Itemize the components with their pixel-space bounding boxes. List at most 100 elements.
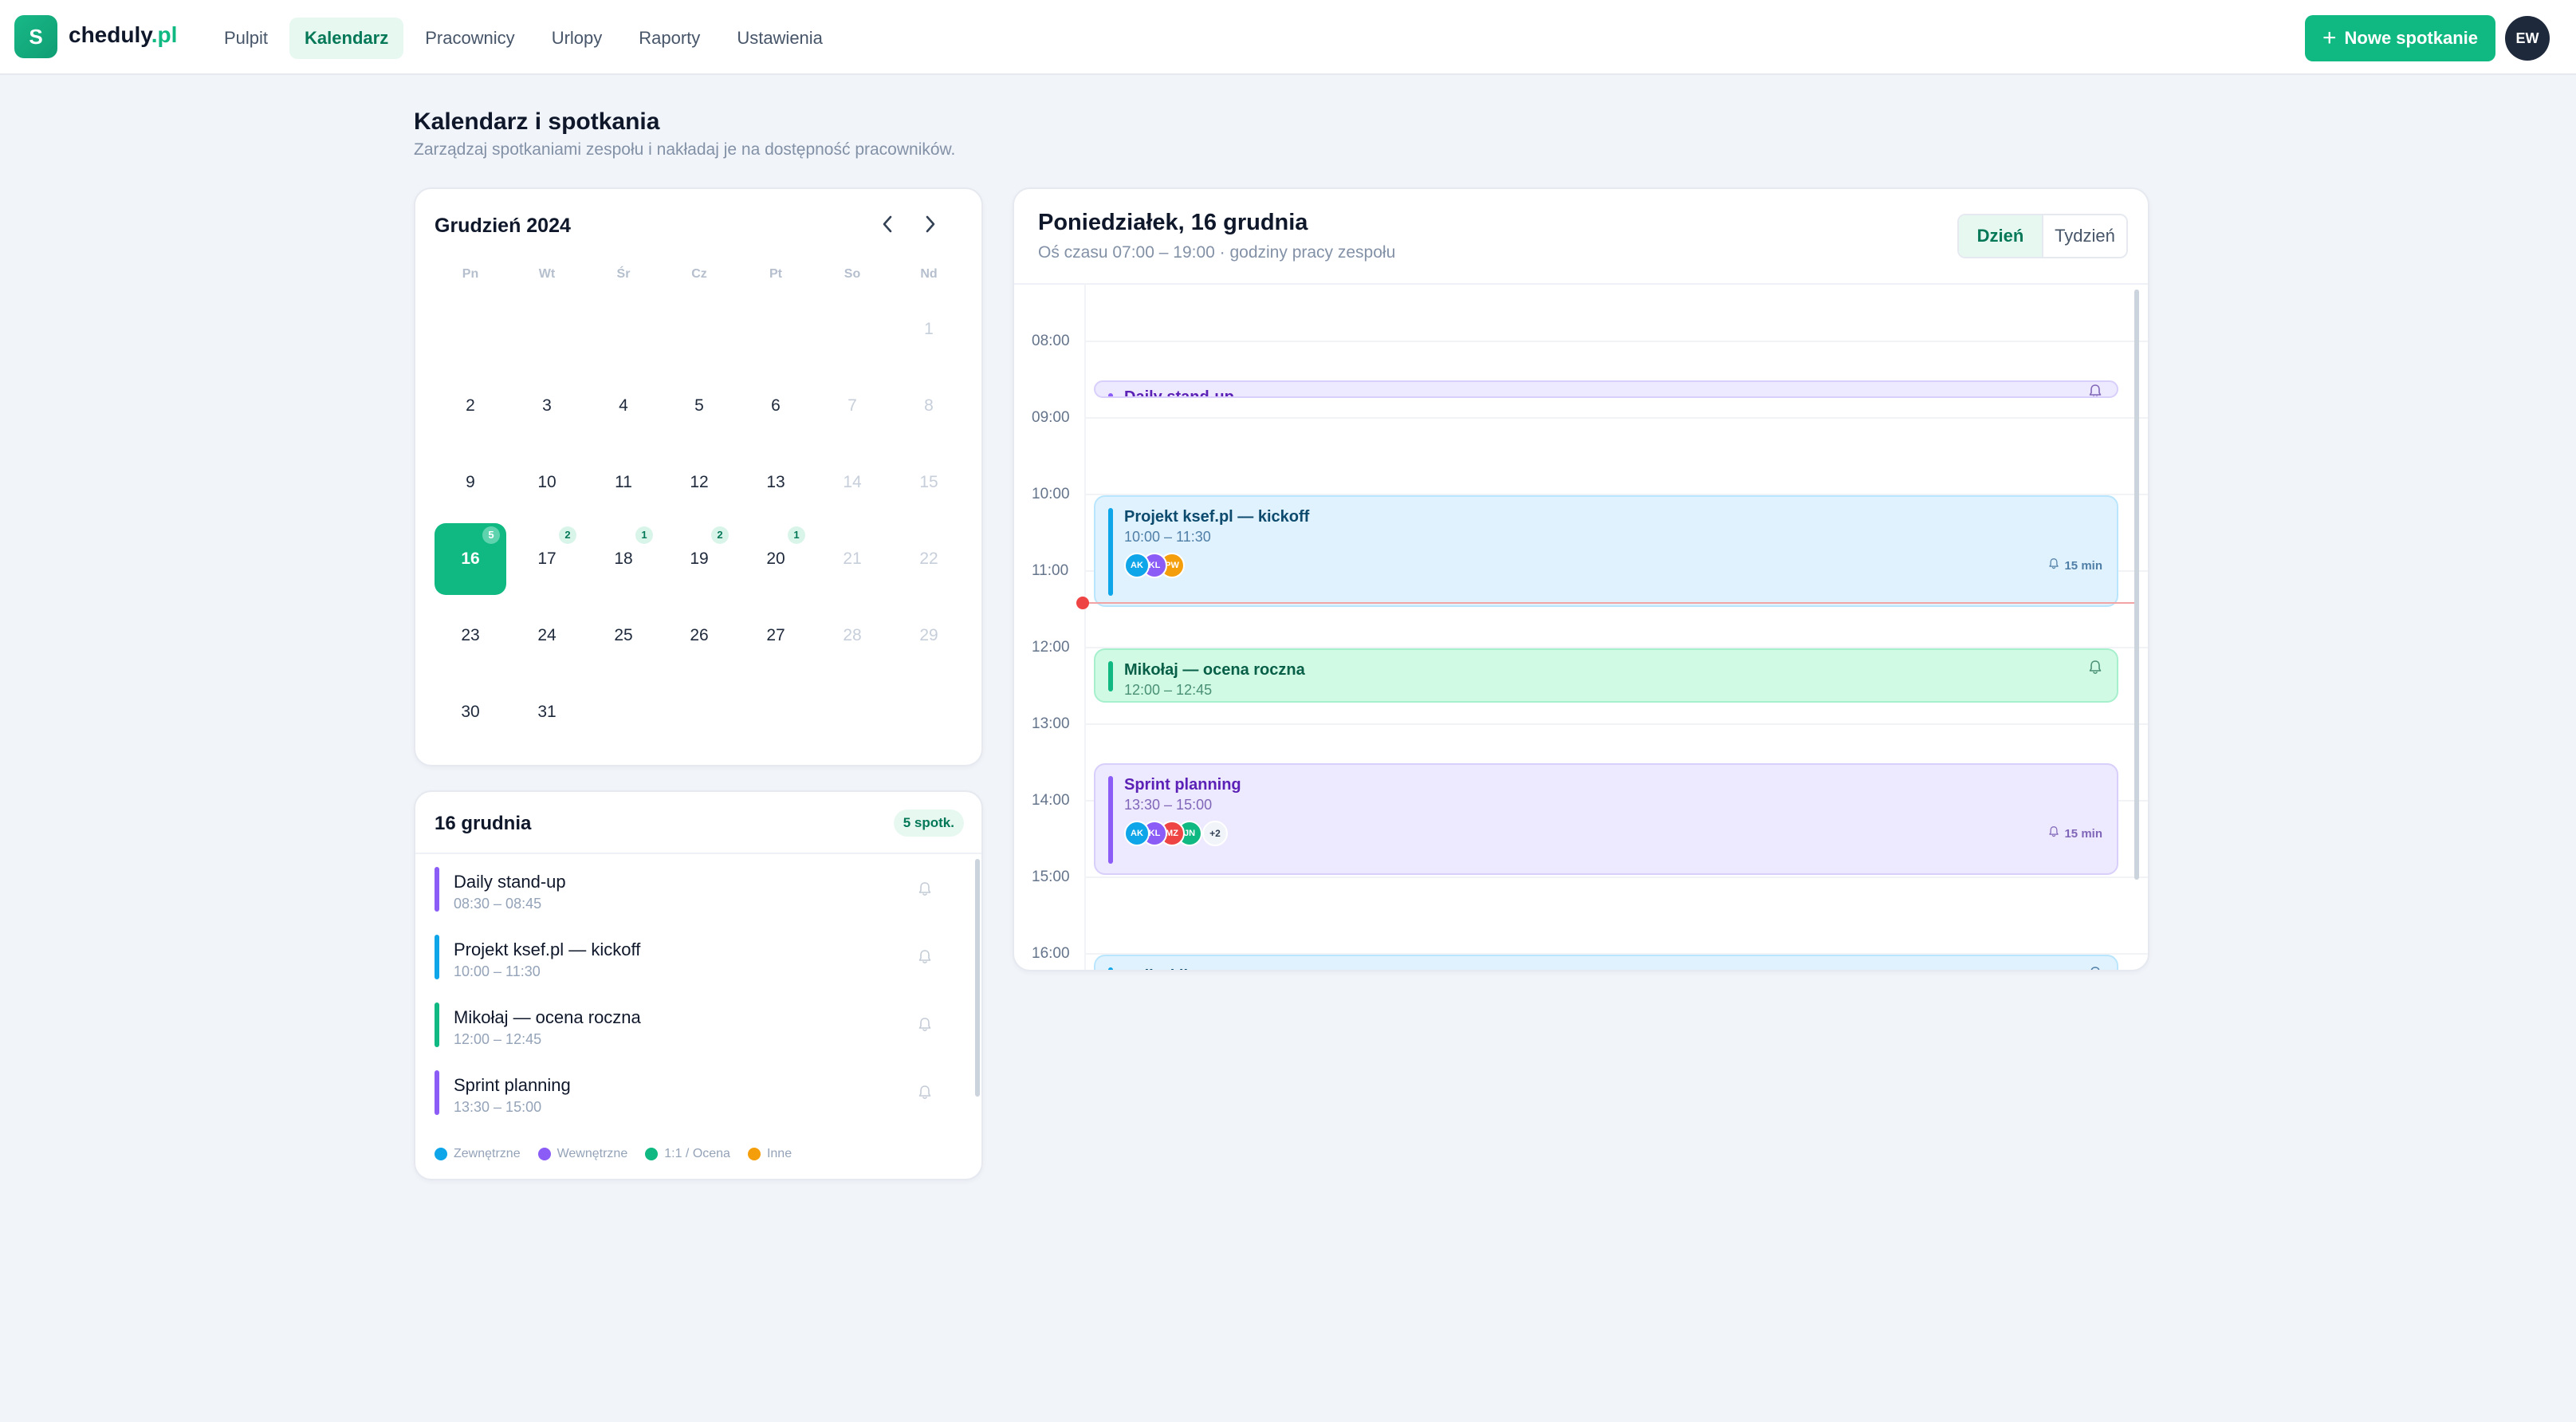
- calendar-day[interactable]: 18 1: [588, 523, 659, 595]
- attendee-avatar[interactable]: AK: [1124, 553, 1150, 578]
- meeting-list-item[interactable]: Projekt ksef.pl — kickoff 10:00 – 11:30: [435, 935, 945, 981]
- view-day-button[interactable]: Dzień: [1959, 215, 2042, 257]
- calendar-day[interactable]: 5: [663, 370, 735, 442]
- legend-dot: [747, 1148, 761, 1160]
- weekday-label: Wt: [538, 267, 556, 281]
- nav-item-3[interactable]: Urlopy: [537, 18, 618, 59]
- calendar-day[interactable]: 27: [740, 600, 812, 672]
- timeline-event[interactable]: Projekt ksef.pl — kickoff 10:00 – 11:30 AK…: [1094, 495, 2118, 607]
- page-subtitle: Zarządzaj spotkaniami zespołu i nakładaj…: [414, 140, 956, 159]
- meeting-count-dot: 5: [482, 526, 500, 544]
- meeting-list-scrollbar[interactable]: [975, 859, 980, 1097]
- hour-gridline: [1086, 417, 2148, 419]
- calendar-day[interactable]: 7: [816, 370, 888, 442]
- timeline-scrollbar[interactable]: [2134, 290, 2139, 880]
- meeting-list[interactable]: Daily stand-up 08:30 – 08:45 Projekt ksef.…: [415, 854, 981, 1133]
- hour-label: 10:00: [1032, 486, 1070, 502]
- current-time-line: [1084, 602, 2135, 604]
- brand-name-main: cheduly: [69, 22, 151, 47]
- calendar-day[interactable]: 21: [816, 523, 888, 595]
- page-title: Kalendarz i spotkania: [414, 108, 660, 135]
- event-title: Projekt ksef.pl — kickoff: [1124, 508, 1310, 526]
- timeline-subtitle: Oś czasu 07:00 – 19:00 · godziny pracy z…: [1038, 243, 1396, 262]
- nav-item-0[interactable]: Pulpit: [209, 18, 283, 59]
- calendar-day[interactable]: 29: [893, 600, 965, 672]
- reminder-label: 15 min: [2064, 826, 2102, 841]
- new-meeting-button[interactable]: + Nowe spotkanie: [2305, 15, 2495, 61]
- meeting-list-item[interactable]: Sprint planning 13:30 – 15:00: [435, 1070, 945, 1117]
- bell-icon[interactable]: [2088, 966, 2102, 970]
- weekday-label: Nd: [920, 267, 938, 281]
- calendar-day[interactable]: 16 5: [435, 523, 506, 595]
- attendee-avatar[interactable]: AK: [1124, 821, 1150, 846]
- timeline-event[interactable]: Sprint planning 13:30 – 15:00 AK KL MZ JN +2 15…: [1094, 763, 2118, 875]
- calendar-day[interactable]: 31: [511, 676, 583, 748]
- calendar-day[interactable]: 1: [893, 293, 965, 365]
- calendar-day[interactable]: 10: [511, 447, 583, 518]
- meeting-color-bar: [435, 867, 439, 912]
- logo-icon[interactable]: S: [14, 15, 57, 58]
- calendar-day[interactable]: 15: [893, 447, 965, 518]
- nav-item-5[interactable]: Ustawienia: [722, 18, 838, 59]
- attendee-avatars: AK KL MZ JN +2: [1124, 821, 1228, 846]
- hour-label: 11:00: [1032, 562, 1069, 579]
- event-reminder[interactable]: 15 min: [2048, 557, 2102, 573]
- calendar-day[interactable]: 8: [893, 370, 965, 442]
- calendar-day[interactable]: 26: [663, 600, 735, 672]
- meeting-list-item[interactable]: Daily stand-up 08:30 – 08:45: [435, 867, 945, 913]
- calendar-day[interactable]: 14: [816, 447, 888, 518]
- bell-icon[interactable]: [918, 1017, 934, 1034]
- meeting-time: 10:00 – 11:30: [454, 963, 541, 979]
- meeting-name: Daily stand-up: [454, 872, 566, 892]
- nav-item-1[interactable]: Kalendarz: [289, 18, 404, 59]
- hour-label: 09:00: [1032, 409, 1070, 426]
- timeline-event[interactable]: Mikołaj — ocena roczna 12:00 – 12:45: [1094, 648, 2118, 703]
- calendar-day[interactable]: 12: [663, 447, 735, 518]
- hour-label: 16:00: [1032, 945, 1070, 962]
- timeline-grid[interactable]: 07:0008:0009:0010:0011:0012:0013:0014:00…: [1014, 285, 2148, 970]
- calendar-day[interactable]: 9: [435, 447, 506, 518]
- calendar-day[interactable]: 19 2: [663, 523, 735, 595]
- bell-icon[interactable]: [918, 949, 934, 967]
- calendar-day[interactable]: 24: [511, 600, 583, 672]
- bell-icon[interactable]: [2088, 384, 2102, 396]
- hour-label: 13:00: [1032, 715, 1070, 732]
- calendar-day[interactable]: 3: [511, 370, 583, 442]
- brand-name[interactable]: cheduly.pl: [69, 22, 177, 48]
- day-list-title: 16 grudnia: [435, 813, 532, 834]
- meeting-count-dot: 2: [559, 526, 576, 544]
- bell-icon[interactable]: [918, 881, 934, 899]
- next-month-button[interactable]: [914, 210, 946, 242]
- view-week-button[interactable]: Tydzień: [2042, 215, 2126, 257]
- view-toggle: Dzień Tydzień: [1957, 214, 2128, 258]
- calendar-day[interactable]: 11: [588, 447, 659, 518]
- calendar-day[interactable]: 6: [740, 370, 812, 442]
- event-title: Call z klientem — Orange: [1124, 967, 1316, 970]
- bell-icon[interactable]: [2088, 660, 2102, 676]
- calendar-day[interactable]: 22: [893, 523, 965, 595]
- user-avatar[interactable]: EW: [2505, 16, 2550, 61]
- calendar-day[interactable]: 2: [435, 370, 506, 442]
- event-color-bar: [1108, 776, 1113, 864]
- nav-item-4[interactable]: Raporty: [623, 18, 715, 59]
- meeting-list-item[interactable]: Mikołaj — ocena roczna 12:00 – 12:45: [435, 1002, 945, 1049]
- calendar-day[interactable]: 23: [435, 600, 506, 672]
- legend: Zewnętrzne Wewnętrzne 1:1 / Ocena Inne: [435, 1147, 792, 1161]
- meeting-count-dot: 2: [711, 526, 729, 544]
- weekday-label: So: [844, 267, 861, 281]
- event-color-bar: [1108, 661, 1113, 691]
- nav-item-2[interactable]: Pracownicy: [410, 18, 529, 59]
- timeline-event[interactable]: Call z klientem — Orange16:00 – 16:45: [1094, 955, 2118, 970]
- more-attendees[interactable]: +2: [1202, 821, 1228, 846]
- calendar-day[interactable]: 20 1: [740, 523, 812, 595]
- calendar-day[interactable]: 4: [588, 370, 659, 442]
- timeline-event[interactable]: Daily stand-up: [1094, 380, 2118, 398]
- calendar-day[interactable]: 28: [816, 600, 888, 672]
- calendar-day[interactable]: 13: [740, 447, 812, 518]
- prev-month-button[interactable]: [871, 210, 903, 242]
- calendar-day[interactable]: 25: [588, 600, 659, 672]
- calendar-day[interactable]: 30: [435, 676, 506, 748]
- event-reminder[interactable]: 15 min: [2048, 825, 2102, 841]
- calendar-day[interactable]: 17 2: [511, 523, 583, 595]
- bell-icon[interactable]: [918, 1085, 934, 1102]
